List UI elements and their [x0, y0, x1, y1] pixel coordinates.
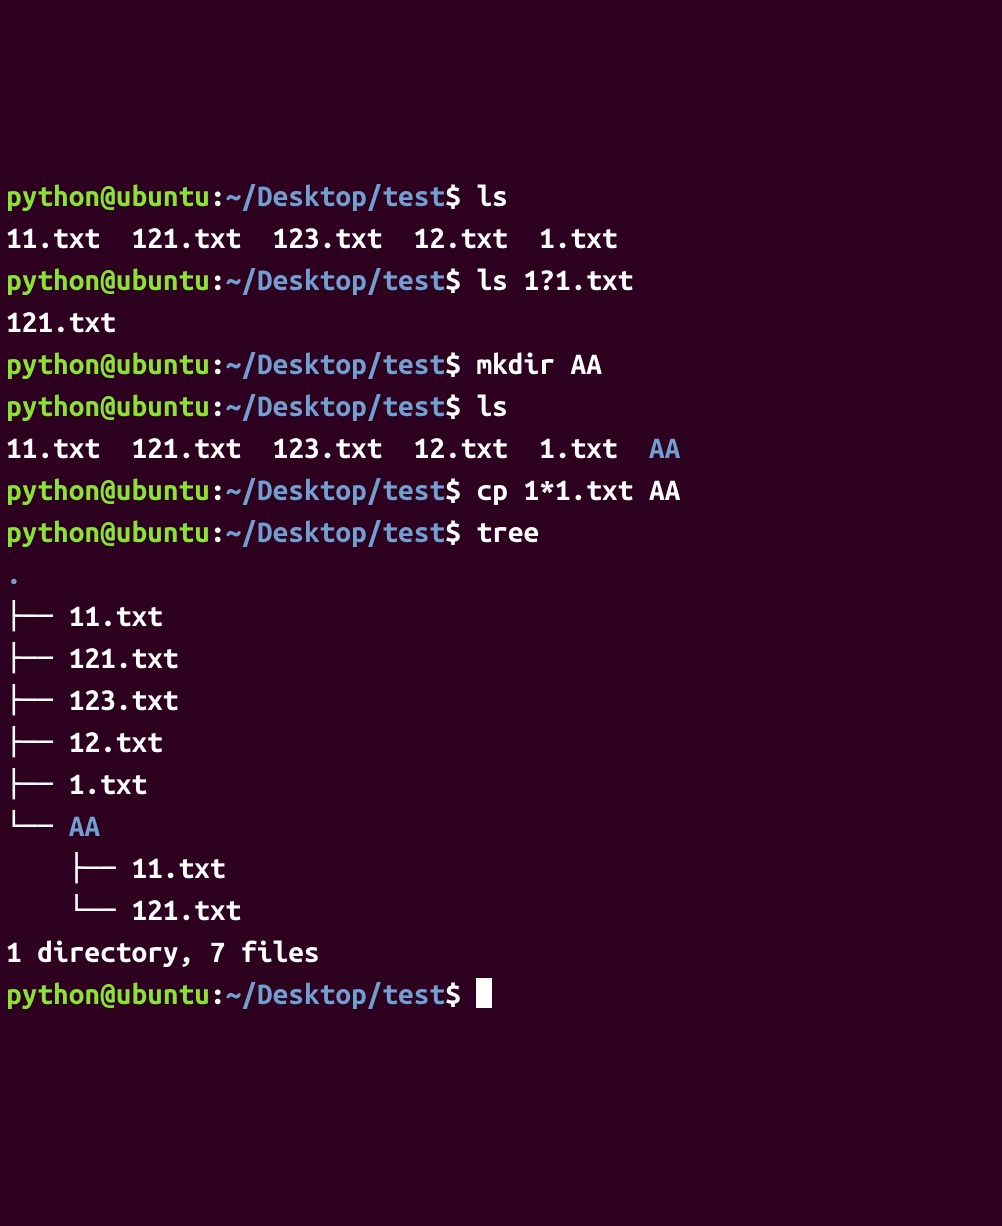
tree-item-5: ├── 1.txt: [6, 764, 996, 806]
prompt-user: python: [6, 349, 100, 380]
prompt-host: ubuntu: [116, 979, 210, 1010]
prompt-user: python: [6, 475, 100, 506]
output-ls-3-dir: AA: [649, 433, 680, 464]
prompt-path: ~/Desktop/test: [226, 475, 446, 506]
prompt-user: python: [6, 979, 100, 1010]
prompt-at: @: [100, 475, 116, 506]
tree-item-4: ├── 12.txt: [6, 722, 996, 764]
prompt-at: @: [100, 517, 116, 548]
prompt-colon: :: [210, 349, 226, 380]
command-6: tree: [476, 517, 539, 548]
prompt-colon: :: [210, 181, 226, 212]
prompt-host: ubuntu: [116, 349, 210, 380]
terminal-output[interactable]: python@ubuntu:~/Desktop/test$ ls11.txt 1…: [6, 176, 996, 1016]
prompt-line-1: python@ubuntu:~/Desktop/test$ ls: [6, 176, 996, 218]
cursor-icon[interactable]: [476, 978, 492, 1008]
prompt-dollar: $: [445, 265, 461, 296]
prompt-host: ubuntu: [116, 181, 210, 212]
prompt-dollar: $: [445, 181, 461, 212]
prompt-dollar: $: [445, 475, 461, 506]
command-3: mkdir AA: [476, 349, 601, 380]
prompt-colon: :: [210, 475, 226, 506]
prompt-host: ubuntu: [116, 391, 210, 422]
prompt-user: python: [6, 391, 100, 422]
prompt-host: ubuntu: [116, 265, 210, 296]
tree-summary: 1 directory, 7 files: [6, 932, 996, 974]
output-ls-2: 121.txt: [6, 302, 996, 344]
prompt-path: ~/Desktop/test: [226, 979, 446, 1010]
prompt-line-4: python@ubuntu:~/Desktop/test$ ls: [6, 386, 996, 428]
tree-root-dot: .: [6, 554, 996, 596]
prompt-line-3: python@ubuntu:~/Desktop/test$ mkdir AA: [6, 344, 996, 386]
prompt-path: ~/Desktop/test: [226, 391, 446, 422]
prompt-path: ~/Desktop/test: [226, 265, 446, 296]
prompt-path: ~/Desktop/test: [226, 517, 446, 548]
prompt-dollar: $: [445, 349, 461, 380]
prompt-path: ~/Desktop/test: [226, 349, 446, 380]
tree-prefix: └──: [6, 811, 69, 842]
prompt-at: @: [100, 349, 116, 380]
prompt-line-2: python@ubuntu:~/Desktop/test$ ls 1?1.txt: [6, 260, 996, 302]
prompt-at: @: [100, 181, 116, 212]
prompt-host: ubuntu: [116, 517, 210, 548]
prompt-line-6: python@ubuntu:~/Desktop/test$ tree: [6, 512, 996, 554]
prompt-at: @: [100, 391, 116, 422]
command-1: ls: [476, 181, 507, 212]
prompt-line-5: python@ubuntu:~/Desktop/test$ cp 1*1.txt…: [6, 470, 996, 512]
tree-item-1: ├── 11.txt: [6, 596, 996, 638]
prompt-colon: :: [210, 979, 226, 1010]
tree-item-7: ├── 11.txt: [6, 848, 996, 890]
prompt-line-7: python@ubuntu:~/Desktop/test$: [6, 974, 996, 1016]
prompt-path: ~/Desktop/test: [226, 181, 446, 212]
command-4: ls: [476, 391, 507, 422]
tree-dir-aa: AA: [69, 811, 100, 842]
prompt-user: python: [6, 181, 100, 212]
tree-item-6: └── AA: [6, 806, 996, 848]
prompt-host: ubuntu: [116, 475, 210, 506]
prompt-colon: :: [210, 265, 226, 296]
tree-item-2: ├── 121.txt: [6, 638, 996, 680]
prompt-dollar: $: [445, 391, 461, 422]
output-ls-1: 11.txt 121.txt 123.txt 12.txt 1.txt: [6, 218, 996, 260]
output-ls-3: 11.txt 121.txt 123.txt 12.txt 1.txt AA: [6, 428, 996, 470]
tree-item-8: └── 121.txt: [6, 890, 996, 932]
prompt-at: @: [100, 265, 116, 296]
prompt-user: python: [6, 265, 100, 296]
tree-item-3: ├── 123.txt: [6, 680, 996, 722]
output-ls-3-files: 11.txt 121.txt 123.txt 12.txt 1.txt: [6, 433, 649, 464]
prompt-at: @: [100, 979, 116, 1010]
command-2: ls 1?1.txt: [476, 265, 633, 296]
prompt-dollar: $: [445, 979, 461, 1010]
command-5: cp 1*1.txt AA: [476, 475, 680, 506]
prompt-dollar: $: [445, 517, 461, 548]
prompt-colon: :: [210, 391, 226, 422]
prompt-user: python: [6, 517, 100, 548]
prompt-colon: :: [210, 517, 226, 548]
